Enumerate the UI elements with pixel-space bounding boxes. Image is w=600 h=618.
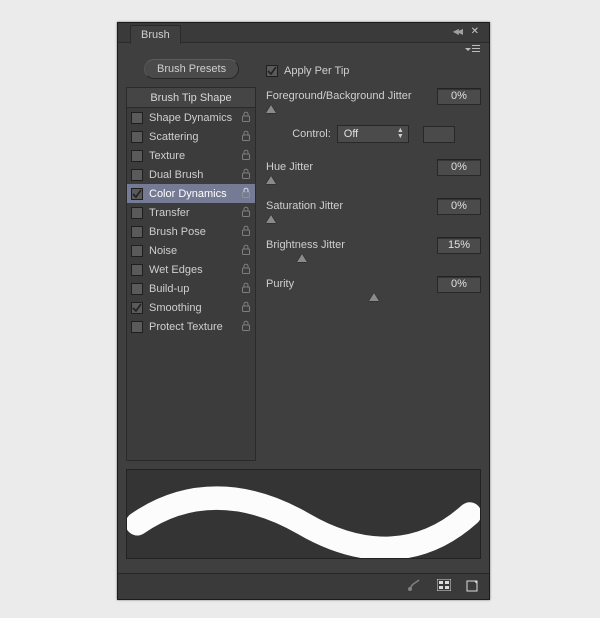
sidebar-item-label: Dual Brush — [149, 169, 203, 181]
slider-thumb[interactable] — [297, 254, 307, 262]
sidebar-item-transfer[interactable]: Transfer — [127, 203, 255, 222]
slider-thumb[interactable] — [266, 105, 276, 113]
tab-brush[interactable]: Brush — [130, 25, 181, 44]
brush-tip-shape-header[interactable]: Brush Tip Shape — [127, 88, 255, 108]
sidebar-item-build-up[interactable]: Build-up — [127, 279, 255, 298]
sidebar-item-label: Color Dynamics — [149, 188, 227, 200]
sidebar-item-label: Wet Edges — [149, 264, 203, 276]
slider-thumb[interactable] — [369, 293, 379, 301]
hue-jitter-label: Hue Jitter — [266, 161, 437, 173]
lock-icon[interactable] — [241, 225, 251, 239]
lock-icon[interactable] — [241, 320, 251, 334]
lock-icon[interactable] — [241, 187, 251, 201]
apply-per-tip-label: Apply Per Tip — [284, 65, 349, 77]
sidebar-item-label: Texture — [149, 150, 185, 162]
panel-footer — [118, 573, 489, 599]
checkbox[interactable] — [131, 245, 143, 257]
brush-presets-button[interactable]: Brush Presets — [144, 59, 239, 79]
toggle-brush-panel-icon[interactable] — [407, 578, 423, 595]
lock-icon[interactable] — [241, 149, 251, 163]
purity-slider[interactable] — [266, 294, 481, 304]
lock-icon[interactable] — [241, 244, 251, 258]
slider-thumb[interactable] — [266, 215, 276, 223]
sidebar-item-label: Scattering — [149, 131, 199, 143]
brightness-jitter-label: Brightness Jitter — [266, 239, 437, 251]
sidebar-item-dual-brush[interactable]: Dual Brush — [127, 165, 255, 184]
checkbox[interactable] — [131, 264, 143, 276]
saturation-jitter-value[interactable]: 0% — [437, 198, 481, 215]
sidebar-item-smoothing[interactable]: Smoothing — [127, 298, 255, 317]
fg-bg-jitter-slider[interactable] — [266, 106, 481, 116]
saturation-jitter-label: Saturation Jitter — [266, 200, 437, 212]
sidebar-item-label: Brush Pose — [149, 226, 206, 238]
sidebar-item-scattering[interactable]: Scattering — [127, 127, 255, 146]
lock-icon[interactable] — [241, 301, 251, 315]
sidebar-item-color-dynamics[interactable]: Color Dynamics — [127, 184, 255, 203]
fg-bg-jitter-label: Foreground/Background Jitter — [266, 90, 437, 102]
brightness-jitter-slider[interactable] — [266, 255, 481, 265]
checkbox[interactable] — [131, 207, 143, 219]
checkbox[interactable] — [131, 321, 143, 333]
brush-options-list: Brush Tip Shape Shape Dynamics Scattering… — [126, 87, 256, 461]
brush-panel: Brush ◀◀ ✕ Brush Presets Brush Tip Shape… — [117, 22, 490, 600]
purity-value[interactable]: 0% — [437, 276, 481, 293]
sidebar-item-label: Transfer — [149, 207, 190, 219]
color-dynamics-settings: Apply Per Tip Foreground/Background Jitt… — [266, 59, 481, 461]
checkbox[interactable] — [131, 283, 143, 295]
brightness-jitter-value[interactable]: 15% — [437, 237, 481, 254]
brush-stroke-preview — [126, 469, 481, 559]
checkbox[interactable] — [131, 150, 143, 162]
sidebar-item-label: Protect Texture — [149, 321, 223, 333]
hue-jitter-value[interactable]: 0% — [437, 159, 481, 176]
control-dropdown[interactable]: Off ▲▼ — [337, 125, 409, 143]
saturation-jitter-slider[interactable] — [266, 216, 481, 226]
lock-icon[interactable] — [241, 168, 251, 182]
checkbox[interactable] — [131, 188, 143, 200]
sidebar-item-label: Noise — [149, 245, 177, 257]
sidebar-item-wet-edges[interactable]: Wet Edges — [127, 260, 255, 279]
sidebar-item-label: Smoothing — [149, 302, 202, 314]
lock-icon[interactable] — [241, 282, 251, 296]
control-label: Control: — [292, 128, 331, 140]
slider-thumb[interactable] — [266, 176, 276, 184]
fg-bg-jitter-value[interactable]: 0% — [437, 88, 481, 105]
collapse-icon[interactable]: ◀◀ — [453, 27, 461, 36]
preset-view-icon[interactable] — [437, 579, 451, 594]
sidebar-item-shape-dynamics[interactable]: Shape Dynamics — [127, 108, 255, 127]
sidebar-item-protect-texture[interactable]: Protect Texture — [127, 317, 255, 336]
close-icon[interactable]: ✕ — [471, 26, 479, 37]
control-value: Off — [344, 128, 358, 140]
sidebar-item-texture[interactable]: Texture — [127, 146, 255, 165]
sidebar-item-noise[interactable]: Noise — [127, 241, 255, 260]
checkbox[interactable] — [131, 302, 143, 314]
lock-icon[interactable] — [241, 263, 251, 277]
hue-jitter-slider[interactable] — [266, 177, 481, 187]
new-brush-icon[interactable] — [465, 579, 479, 595]
checkbox[interactable] — [131, 226, 143, 238]
panel-menu-icon[interactable] — [465, 43, 483, 55]
checkbox[interactable] — [131, 131, 143, 143]
lock-icon[interactable] — [241, 111, 251, 125]
checkbox[interactable] — [131, 112, 143, 124]
lock-icon[interactable] — [241, 130, 251, 144]
sidebar-item-brush-pose[interactable]: Brush Pose — [127, 222, 255, 241]
lock-icon[interactable] — [241, 206, 251, 220]
checkbox[interactable] — [131, 169, 143, 181]
titlebar: Brush ◀◀ ✕ — [118, 23, 489, 43]
sidebar-item-label: Shape Dynamics — [149, 112, 232, 124]
sidebar-item-label: Build-up — [149, 283, 189, 295]
apply-per-tip-checkbox[interactable] — [266, 65, 278, 77]
control-swatch — [423, 126, 455, 143]
purity-label: Purity — [266, 278, 437, 290]
